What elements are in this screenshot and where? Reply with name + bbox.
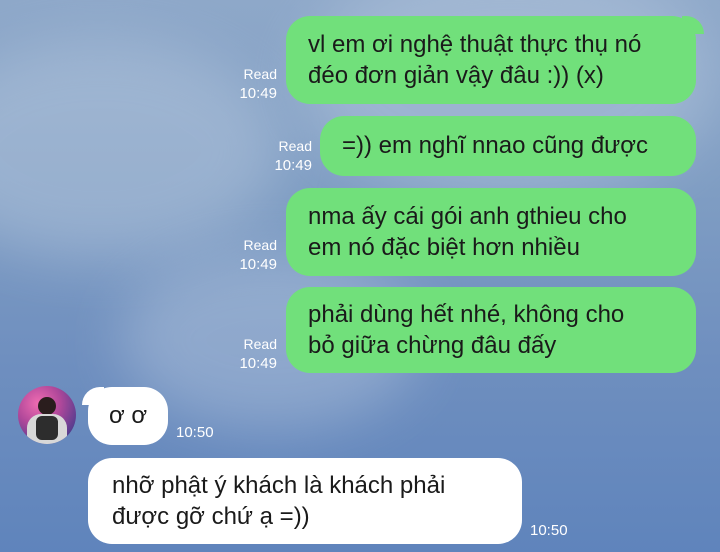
avatar-shadow-shape bbox=[36, 416, 58, 440]
message-meta: Read 10:49 bbox=[225, 64, 277, 104]
message-text-line: vl em ơi nghệ thuật thực thụ nó bbox=[308, 31, 642, 58]
message-bubble-outgoing[interactable]: phải dùng hết nhé, không cho bỏ giữa chừ… bbox=[286, 287, 696, 373]
message-text-line: phải dùng hết nhé, không cho bbox=[308, 301, 625, 328]
message-text-line: nhỡ phật ý khách là khách phải bbox=[112, 472, 446, 499]
message-text-line: em nó đặc biệt hơn nhiều bbox=[308, 234, 580, 261]
read-status: Read bbox=[278, 138, 312, 154]
read-status: Read bbox=[243, 336, 277, 352]
message-text-line: bỏ giữa chừng đâu đấy bbox=[308, 332, 557, 359]
message-text-line: được gỡ chứ ạ =)) bbox=[112, 503, 310, 530]
message-text-line: =)) em nghĩ nnao cũng được bbox=[342, 132, 648, 159]
message-bubble-incoming[interactable]: ơ ơ bbox=[88, 387, 168, 445]
message-bubble-incoming[interactable]: nhỡ phật ý khách là khách phải được gỡ c… bbox=[88, 458, 522, 544]
message-time: 10:49 bbox=[239, 85, 277, 102]
message-time: 10:49 bbox=[239, 256, 277, 273]
message-meta: Read 10:49 bbox=[260, 136, 312, 176]
message-bubble-outgoing[interactable]: vl em ơi nghệ thuật thực thụ nó đéo đơn … bbox=[286, 16, 696, 104]
message-meta: Read 10:49 bbox=[225, 334, 277, 374]
avatar-head-shape bbox=[38, 397, 56, 415]
read-status: Read bbox=[243, 237, 277, 253]
message-bubble-outgoing[interactable]: =)) em nghĩ nnao cũng được bbox=[320, 116, 696, 176]
message-time: 10:49 bbox=[274, 157, 312, 174]
chat-thread: Read 10:49 vl em ơi nghệ thuật thực thụ … bbox=[0, 0, 720, 552]
message-text-line: nma ấy cái gói anh gthieu cho bbox=[308, 203, 627, 230]
message-bubble-outgoing[interactable]: nma ấy cái gói anh gthieu cho em nó đặc … bbox=[286, 188, 696, 276]
avatar[interactable] bbox=[18, 386, 76, 444]
message-time: 10:50 bbox=[176, 424, 214, 441]
read-status: Read bbox=[243, 66, 277, 82]
message-time: 10:49 bbox=[239, 355, 277, 372]
message-time: 10:50 bbox=[530, 522, 568, 539]
message-text-line: đéo đơn giản vậy đâu :)) (x) bbox=[308, 62, 604, 89]
message-meta: Read 10:49 bbox=[225, 235, 277, 275]
message-text-line: ơ ơ bbox=[109, 402, 148, 429]
